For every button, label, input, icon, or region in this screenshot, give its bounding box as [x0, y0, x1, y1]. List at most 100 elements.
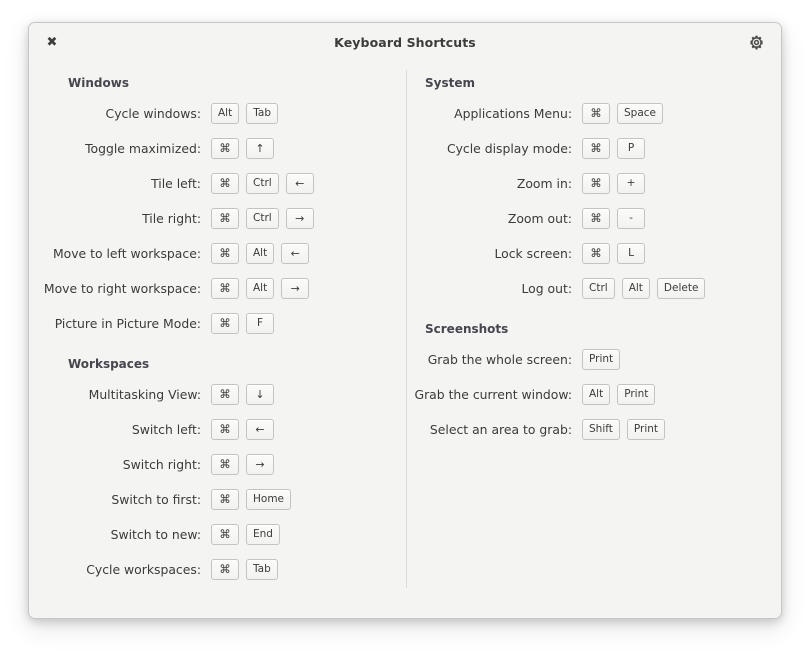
shortcut-keys: ⌘ ↓ [211, 384, 274, 405]
shortcut-row: Switch left: ⌘ ← [39, 412, 405, 447]
keyboard-shortcuts-window: ✖ Keyboard Shortcuts Windows Cycle window… [28, 22, 782, 619]
shortcut-label: Switch right: [122, 457, 201, 472]
key-cap: Ctrl [246, 208, 279, 229]
shortcut-keys: ⌘ Tab [211, 559, 278, 580]
shortcut-keys: Ctrl Alt Delete [582, 278, 706, 299]
shortcut-label: Tile left: [151, 176, 201, 191]
key-cap: ⌘ [582, 138, 610, 159]
key-cap: Space [617, 103, 663, 124]
shortcut-label: Log out: [521, 281, 572, 296]
key-cap: Tab [246, 559, 278, 580]
section-title: Windows [68, 76, 129, 90]
key-cap: ⌘ [211, 243, 239, 264]
shortcut-label: Switch to new: [110, 527, 201, 542]
key-cap: Alt [246, 243, 275, 264]
key-cap: → [246, 454, 274, 475]
shortcut-keys: ⌘ Alt → [211, 278, 310, 299]
shortcut-row: Tile left: ⌘ Ctrl ← [39, 166, 405, 201]
key-cap: Tab [246, 103, 278, 124]
shortcut-row: Switch to first: ⌘ Home [39, 482, 405, 517]
shortcut-label: Move to left workspace: [52, 246, 201, 261]
shortcut-row: Log out: Ctrl Alt Delete [405, 271, 781, 306]
close-icon: ✖ [46, 35, 58, 50]
shortcut-keys: ⌘ Ctrl → [211, 208, 314, 229]
shortcut-keys: ⌘ - [582, 208, 645, 229]
shortcuts-content: Windows Cycle windows: Alt Tab Toggle maximi… [29, 62, 781, 618]
key-cap: Alt [211, 103, 240, 124]
key-cap: Print [626, 419, 666, 440]
key-cap: ⌘ [582, 103, 610, 124]
shortcut-row: Move to right workspace: ⌘ Alt → [39, 271, 405, 306]
key-cap: + [617, 173, 645, 194]
shortcut-label: Applications Menu: [454, 106, 572, 121]
shortcut-keys: ⌘ → [211, 454, 274, 475]
section-title: Workspaces [68, 357, 150, 371]
shortcut-row: Move to left workspace: ⌘ Alt ← [39, 236, 405, 271]
shortcut-row: Grab the current window: Alt Print [405, 377, 781, 412]
shortcut-keys: ⌘ + [582, 173, 645, 194]
shortcut-label: Zoom in: [516, 176, 572, 191]
shortcut-keys: Alt Tab [211, 103, 278, 124]
shortcut-keys: Shift Print [582, 419, 666, 440]
shortcut-keys: ⌘ Alt ← [211, 243, 310, 264]
shortcut-row: Zoom out: ⌘ - [405, 201, 781, 236]
key-cap: ⌘ [211, 138, 239, 159]
key-cap: ⌘ [582, 208, 610, 229]
section-title: Screenshots [425, 322, 509, 336]
key-cap: ⌘ [582, 243, 610, 264]
column-divider [406, 70, 407, 588]
shortcut-row: Zoom in: ⌘ + [405, 166, 781, 201]
shortcut-keys: ⌘ Home [211, 489, 292, 510]
shortcut-label: Select an area to grab: [429, 422, 572, 437]
right-column: System Applications Menu: ⌘ Space Cycle disp… [405, 62, 781, 618]
shortcut-label: Tile right: [142, 211, 201, 226]
key-cap: ⌘ [211, 489, 239, 510]
key-cap: Alt [621, 278, 650, 299]
shortcut-label: Switch to first: [111, 492, 201, 507]
shortcut-row: Picture in Picture Mode: ⌘ F [39, 306, 405, 341]
key-cap: ⌘ [211, 278, 239, 299]
shortcut-row: Select an area to grab: Shift Print [405, 412, 781, 447]
key-cap: ⌘ [211, 454, 239, 475]
key-cap: ⌘ [211, 173, 239, 194]
shortcut-keys: ⌘ F [211, 313, 274, 334]
gear-icon [749, 35, 764, 50]
key-cap: Delete [656, 278, 706, 299]
shortcut-row: Cycle workspaces: ⌘ Tab [39, 552, 405, 587]
key-cap: Alt [582, 384, 611, 405]
shortcut-row: Cycle windows: Alt Tab [39, 96, 405, 131]
shortcut-label: Zoom out: [507, 211, 572, 226]
shortcut-label: Grab the whole screen: [427, 352, 572, 367]
section-screenshots: Screenshots Grab the whole screen: Print Gr… [405, 322, 781, 447]
key-cap: Print [582, 349, 621, 370]
shortcut-row: Lock screen: ⌘ L [405, 236, 781, 271]
shortcut-row: Grab the whole screen: Print [405, 342, 781, 377]
key-cap: ← [285, 173, 314, 194]
close-button[interactable]: ✖ [35, 23, 69, 62]
key-cap: ↓ [246, 384, 274, 405]
key-cap: Shift [582, 419, 620, 440]
shortcut-keys: Print [582, 349, 621, 370]
shortcut-label: Lock screen: [494, 246, 572, 261]
left-column: Windows Cycle windows: Alt Tab Toggle maximi… [29, 62, 405, 618]
shortcut-label: Picture in Picture Mode: [54, 316, 201, 331]
window-title: Keyboard Shortcuts [334, 35, 476, 50]
shortcut-label: Cycle workspaces: [86, 562, 201, 577]
shortcut-label: Toggle maximized: [85, 141, 201, 156]
section-workspaces: Workspaces Multitasking View: ⌘ ↓ Switch lef… [39, 357, 405, 587]
shortcut-label: Cycle windows: [105, 106, 201, 121]
key-cap: ⌘ [211, 559, 239, 580]
shortcut-row: Cycle display mode: ⌘ P [405, 131, 781, 166]
settings-button[interactable] [739, 23, 773, 62]
key-cap: ← [281, 243, 310, 264]
shortcut-row: Multitasking View: ⌘ ↓ [39, 377, 405, 412]
shortcut-label: Grab the current window: [414, 387, 572, 402]
key-cap: → [281, 278, 310, 299]
shortcut-keys: ⌘ P [582, 138, 645, 159]
key-cap: L [617, 243, 645, 264]
section-title: System [425, 76, 475, 90]
shortcut-keys: ⌘ L [582, 243, 645, 264]
key-cap: Ctrl [582, 278, 615, 299]
key-cap: Print [617, 384, 656, 405]
shortcut-keys: Alt Print [582, 384, 656, 405]
